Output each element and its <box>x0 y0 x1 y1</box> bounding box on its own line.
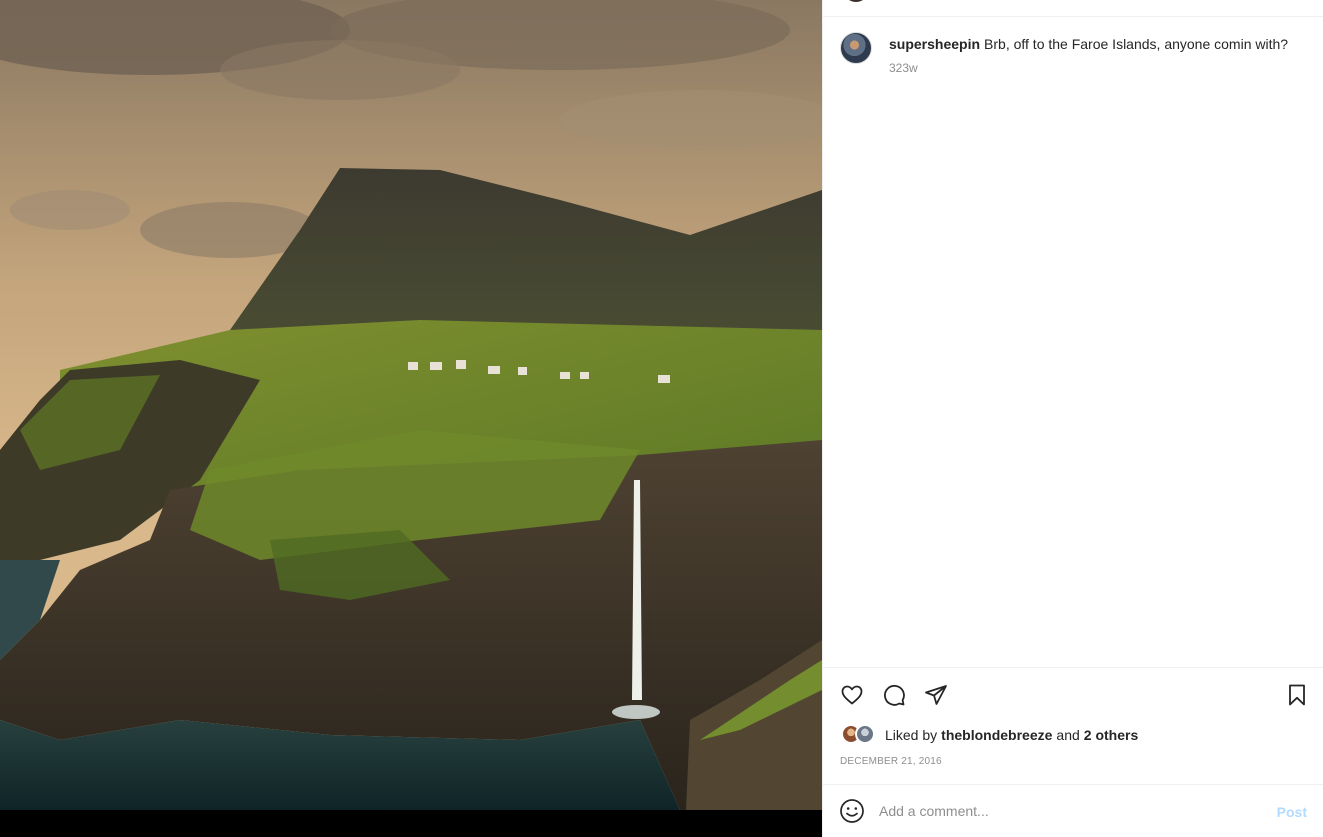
emoji-icon[interactable] <box>839 798 865 824</box>
likes-connector: and <box>1056 727 1080 743</box>
caption-text: Brb, off to the Faroe Islands, anyone co… <box>984 36 1289 52</box>
post-caption: supersheepin Brb, off to the Faroe Island… <box>840 32 1310 75</box>
comment-icon[interactable] <box>881 682 907 708</box>
caption-line: supersheepin Brb, off to the Faroe Island… <box>889 35 1288 53</box>
author-avatar[interactable] <box>840 32 872 64</box>
liker-avatars <box>841 724 879 746</box>
send-icon[interactable] <box>923 682 949 708</box>
author-username[interactable]: supersheepin <box>889 36 980 52</box>
post-actions: Liked by theblondebreeze and 2 others DE… <box>823 667 1323 784</box>
post-side-panel: supersheepin Brb, off to the Faroe Island… <box>822 0 1323 837</box>
comment-bar: Post <box>823 784 1323 837</box>
photo-letterbox <box>0 810 822 837</box>
liker-username[interactable]: theblondebreeze <box>941 727 1052 743</box>
header-avatar[interactable] <box>843 0 869 2</box>
post-date[interactable]: DECEMBER 21, 2016 <box>840 756 942 767</box>
bookmark-icon[interactable] <box>1284 682 1310 708</box>
post-photo[interactable] <box>0 0 822 810</box>
post-header-strip <box>823 0 1323 17</box>
likes-others-link[interactable]: 2 others <box>1084 727 1138 743</box>
likes-summary: Liked by theblondebreeze and 2 others <box>841 724 1142 746</box>
landscape-image <box>0 0 822 810</box>
action-icons <box>839 682 949 708</box>
heart-icon[interactable] <box>839 682 865 708</box>
likes-prefix: Liked by <box>885 727 938 743</box>
liker-avatar[interactable] <box>855 724 875 744</box>
caption-body: supersheepin Brb, off to the Faroe Island… <box>889 32 1288 75</box>
post-age[interactable]: 323w <box>889 61 1288 75</box>
comment-input[interactable] <box>879 803 1249 819</box>
post-comment-button[interactable]: Post <box>1277 804 1307 820</box>
